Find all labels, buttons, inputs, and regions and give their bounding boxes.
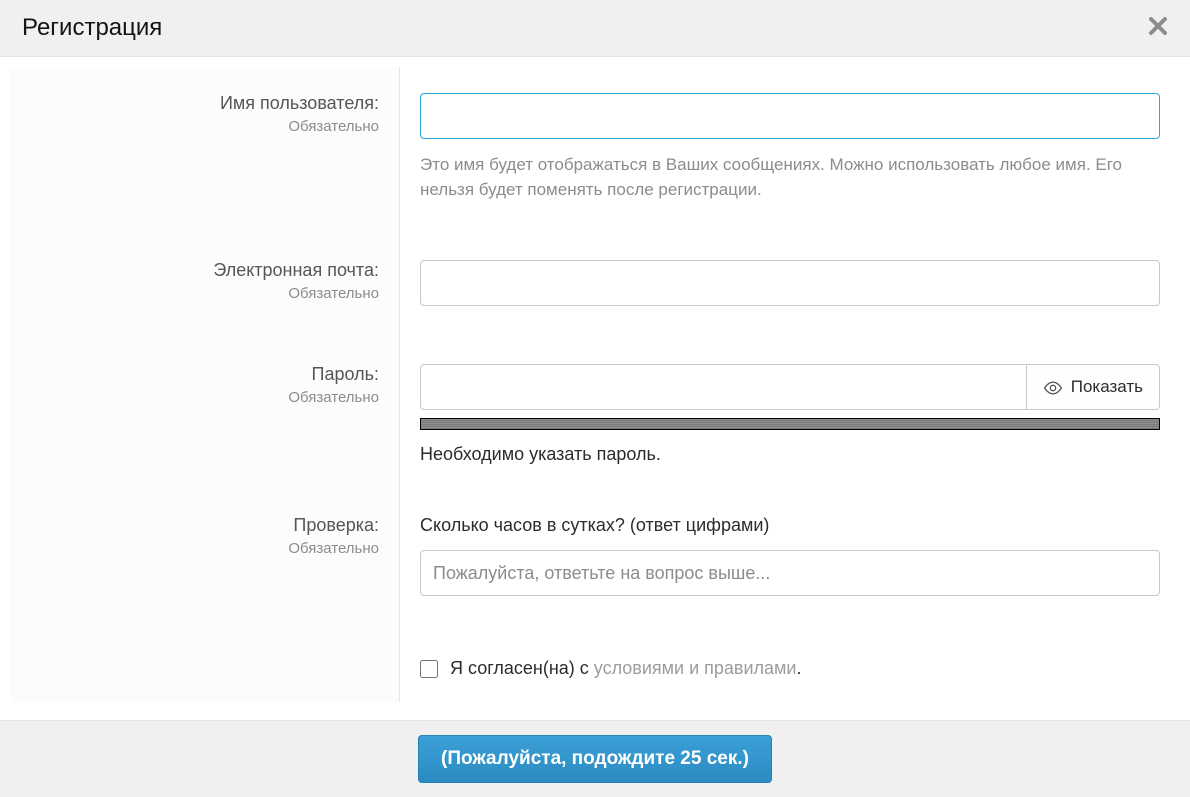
password-label: Пароль: [10,364,379,385]
terms-suffix: . [797,658,802,678]
email-label: Электронная почта: [10,260,379,281]
username-required: Обязательно [10,118,379,135]
captcha-input[interactable] [420,550,1160,596]
username-label: Имя пользователя: [10,93,379,114]
password-strength-bar [420,418,1160,430]
password-toggle-button[interactable]: Показать [1027,364,1160,410]
password-toggle-label: Показать [1071,377,1143,397]
password-required: Обязательно [10,389,379,406]
dialog-footer: (Пожалуйста, подождите 25 сек.) [0,720,1190,797]
password-input[interactable] [420,364,1027,410]
captcha-label: Проверка: [10,515,379,536]
email-input[interactable] [420,260,1160,306]
eye-icon [1043,380,1063,394]
password-message: Необходимо указать пароль. [420,444,1160,465]
email-required: Обязательно [10,285,379,302]
username-input[interactable] [420,93,1160,139]
terms-prefix: Я согласен(на) с [450,658,594,678]
username-hint: Это имя будет отображаться в Ваших сообщ… [420,153,1160,202]
terms-link[interactable]: условиями и правилами [594,658,797,678]
registration-dialog: Регистрация Имя пользователя: Обязательн… [0,0,1190,797]
terms-row[interactable]: Я согласен(на) с условиями и правилами. [420,658,1160,679]
dialog-header: Регистрация [0,0,1190,57]
dialog-body: Имя пользователя: Обязательно Это имя бу… [0,57,1190,720]
captcha-question: Сколько часов в сутках? (ответ цифрами) [420,515,1160,536]
dialog-title: Регистрация [22,14,162,42]
captcha-required: Обязательно [10,540,379,557]
terms-checkbox[interactable] [420,660,438,678]
close-icon[interactable] [1148,16,1168,41]
submit-button[interactable]: (Пожалуйста, подождите 25 сек.) [418,735,772,783]
